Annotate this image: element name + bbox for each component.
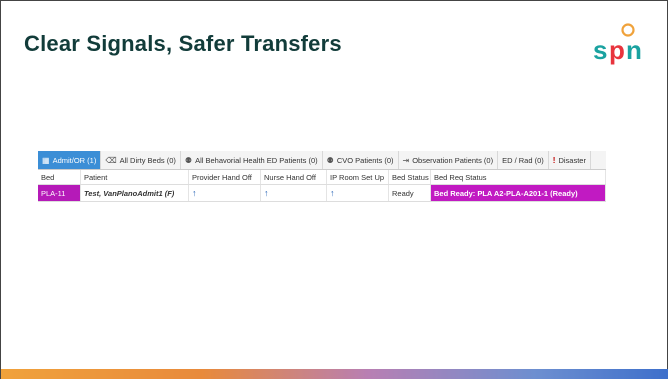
svg-text:n: n bbox=[626, 35, 642, 65]
tab-label: ED / Rad (0) bbox=[502, 155, 544, 165]
tab-observation-patients[interactable]: ⇥ Observation Patients (0) bbox=[399, 151, 499, 169]
svg-text:s: s bbox=[593, 35, 607, 65]
tab-label: All Dirty Beds (0) bbox=[119, 155, 176, 165]
slide-title: Clear Signals, Safer Transfers bbox=[24, 31, 342, 56]
tab-label: Admit/OR (1) bbox=[52, 155, 97, 165]
bed-req-status-cell[interactable]: Bed Ready: PLA A2-PLA-A201-1 (Ready) bbox=[431, 185, 606, 201]
tab-bar: ▦ Admit/OR (1) ⌫ All Dirty Beds (0) ⚉ Al… bbox=[38, 151, 606, 170]
ip-room-set-up-cell[interactable]: ↑ bbox=[327, 185, 389, 201]
decorative-bottom-bar bbox=[1, 369, 668, 379]
tab-label: CVO Patients (0) bbox=[336, 155, 394, 165]
slide: Clear Signals, Safer Transfers s p n ▦ A… bbox=[0, 0, 668, 379]
table-header: Bed Patient Provider Hand Off Nurse Hand… bbox=[38, 170, 606, 185]
grid-icon: ▦ bbox=[42, 155, 50, 165]
bed-status-cell: Ready bbox=[389, 185, 431, 201]
provider-hand-off-cell[interactable]: ↑ bbox=[189, 185, 261, 201]
svg-text:p: p bbox=[609, 35, 625, 65]
people-icon: ⚉ bbox=[326, 155, 334, 165]
tab-label: Disaster bbox=[558, 155, 586, 165]
column-header-patient[interactable]: Patient bbox=[81, 170, 189, 184]
column-header-nurse-hand-off[interactable]: Nurse Hand Off bbox=[261, 170, 327, 184]
tab-all-dirty-beds[interactable]: ⌫ All Dirty Beds (0) bbox=[101, 151, 181, 169]
column-header-ip-room-set-up[interactable]: IP Room Set Up bbox=[327, 170, 389, 184]
spn-logo: s p n bbox=[593, 23, 642, 65]
column-header-bed-status[interactable]: Bed Status bbox=[389, 170, 431, 184]
tab-disaster[interactable]: ! Disaster bbox=[549, 151, 591, 169]
arrow-up-icon[interactable]: ↑ bbox=[264, 188, 269, 198]
tab-label: Observation Patients (0) bbox=[412, 155, 494, 165]
column-header-bed[interactable]: Bed bbox=[38, 170, 81, 184]
exclamation-icon: ! bbox=[552, 155, 556, 165]
table-row[interactable]: PLA-11 Test, VanPlanoAdmit1 (F) ↑ ↑ ↑ Re… bbox=[38, 185, 606, 202]
column-header-bed-req-status[interactable]: Bed Req Status bbox=[431, 170, 606, 184]
patient-cell[interactable]: Test, VanPlanoAdmit1 (F) bbox=[81, 185, 189, 201]
column-header-provider-hand-off[interactable]: Provider Hand Off bbox=[189, 170, 261, 184]
nurse-hand-off-cell[interactable]: ↑ bbox=[261, 185, 327, 201]
tab-behavioral-health-ed[interactable]: ⚉ All Behavorial Health ED Patients (0) bbox=[181, 151, 323, 169]
people-icon: ⚉ bbox=[184, 155, 193, 165]
bed-board-screenshot: ▦ Admit/OR (1) ⌫ All Dirty Beds (0) ⚉ Al… bbox=[38, 151, 606, 209]
tab-admit-or[interactable]: ▦ Admit/OR (1) bbox=[38, 151, 102, 169]
door-icon: ⇥ bbox=[402, 155, 410, 165]
bed-cell[interactable]: PLA-11 bbox=[38, 185, 81, 201]
tab-cvo-patients[interactable]: ⚉ CVO Patients (0) bbox=[323, 151, 399, 169]
tab-ed-rad[interactable]: ED / Rad (0) bbox=[498, 151, 549, 169]
arrow-up-icon[interactable]: ↑ bbox=[192, 188, 197, 198]
tab-label: All Behavorial Health ED Patients (0) bbox=[195, 155, 318, 165]
broom-icon: ⌫ bbox=[105, 155, 117, 165]
arrow-up-icon[interactable]: ↑ bbox=[330, 188, 335, 198]
